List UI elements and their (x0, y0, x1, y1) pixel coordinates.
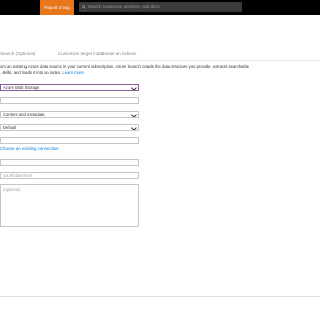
page-description: om an existing Azure data source in your… (0, 64, 250, 75)
description-textarea[interactable]: (optional) (0, 184, 139, 227)
choose-existing-connection-link[interactable]: Choose an existing connection (0, 146, 59, 151)
chevron-down-icon (131, 125, 137, 130)
data-source-select[interactable]: Azure Blob Storage (0, 84, 139, 91)
parsing-mode-default-select[interactable]: Default (0, 124, 139, 131)
container-name-field[interactable] (0, 159, 139, 166)
tab-customize-target-index[interactable]: Customize target index (58, 51, 104, 56)
tab-search-optional[interactable]: Search (Optional) (0, 51, 35, 56)
tab-create-indexer[interactable]: Create an indexer (101, 51, 137, 56)
connection-string-field[interactable] (0, 137, 139, 144)
chevron-down-icon (131, 85, 137, 90)
blob-folder-field[interactable]: your/folder/here (0, 172, 139, 179)
data-source-name-field[interactable] (0, 97, 139, 104)
search-icon (82, 4, 86, 9)
learn-more-link[interactable]: Learn more (62, 70, 83, 75)
chevron-down-icon (131, 112, 137, 117)
parsing-mode-select[interactable]: Content and metadata (0, 111, 139, 118)
top-bar: Report a bug Search resources, services,… (0, 0, 320, 15)
footer-divider (0, 296, 320, 297)
tab-divider (0, 60, 320, 61)
global-search-input[interactable]: Search resources, services, and docs (79, 2, 242, 12)
report-bug-button[interactable]: Report a bug (40, 0, 74, 15)
